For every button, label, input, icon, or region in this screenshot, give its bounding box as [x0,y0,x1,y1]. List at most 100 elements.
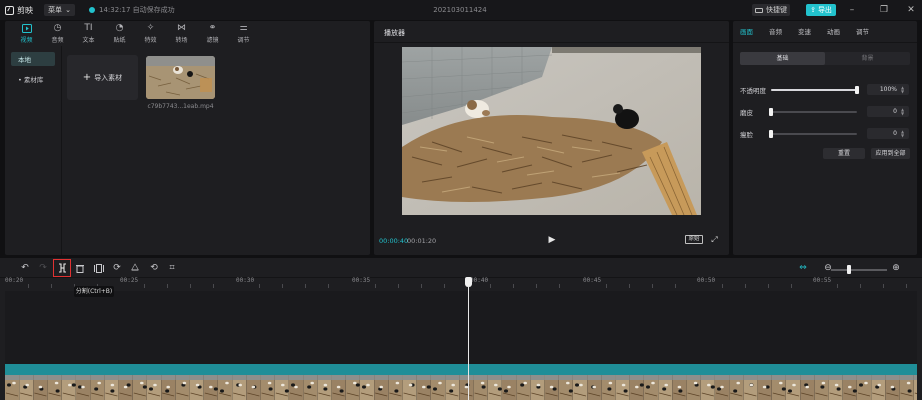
undo-icon[interactable]: ↶ [19,262,31,274]
total-time: 00:01:20 [407,237,437,245]
tab-picture[interactable]: 画面 [740,21,769,43]
player-divider [374,42,729,43]
opacity-input[interactable]: 100% ▲ ▼ [867,84,909,95]
ruler-minor-tick [513,284,515,288]
slim-face-slider[interactable] [769,130,857,138]
redo-icon[interactable]: ↷ [37,262,49,274]
tab-effect[interactable]: ✧ 特效 [135,21,166,46]
media-panel: 视频 ◷ 音频 TI 文本 ◔ 贴纸 ✧ 特效 ⋈ 转场 ⚭ 滤镜 ⚌ 调节 本… [5,21,370,255]
menu-button[interactable]: 菜单 ⌄ [44,4,75,16]
media-clip-thumbnail[interactable] [146,56,215,99]
smooth-skin-slider-knob[interactable] [769,108,773,116]
crop-icon[interactable]: ⌗ [166,262,178,274]
app-logo-icon [5,5,14,15]
tab-sticker[interactable]: ◔ 贴纸 [104,21,135,46]
smooth-skin-input[interactable]: 0 ▲ ▼ [867,106,909,117]
ruler-tick: 00:25 [120,277,139,284]
video-clip-filmstrip[interactable] [5,375,917,400]
mirror-icon[interactable]: ⧋ [129,262,141,274]
stepper-icon[interactable]: ▲ ▼ [901,129,906,138]
save-status: 14:32:17 自动保存成功 [89,4,175,16]
split-icon[interactable] [53,259,71,277]
ruler-minor-tick [837,284,839,288]
tab-audio-settings[interactable]: 音频 [769,21,798,43]
current-time: 00:00:40 [379,237,409,245]
stepper-icon[interactable]: ▲ ▼ [901,107,906,116]
smooth-skin-value: 0 [893,108,897,115]
ruler-minor-tick [166,284,168,288]
ruler-minor-tick [490,284,492,288]
link-icon[interactable]: ⇔ [797,262,809,274]
smooth-skin-slider[interactable] [769,108,857,116]
plus-icon: + [82,72,92,83]
sticker-icon: ◔ [115,23,124,33]
slim-face-input[interactable]: 0 ▲ ▼ [867,128,909,139]
text-icon: TI [84,23,93,33]
play-icon[interactable]: ▶ [547,235,557,245]
tab-video[interactable]: 视频 [11,21,42,46]
zoom-in-icon[interactable]: ⊕ [890,262,902,274]
side-nav-local[interactable]: 本地 [11,52,55,66]
reset-button[interactable]: 重置 [823,148,865,159]
maximize-icon[interactable]: ❐ [877,4,891,16]
ruler-tick: 00:35 [352,277,371,284]
video-preview[interactable] [402,47,701,215]
ruler-minor-tick [721,284,723,288]
app-logo: 剪映 [5,4,41,16]
ruler-minor-tick [652,284,653,288]
aspect-ratio-button[interactable]: 原始 [685,235,703,244]
shortcut-button-label: 快捷键 [766,6,787,14]
rotate-icon[interactable]: ⟲ [148,262,160,274]
filter-icon: ⚭ [208,23,217,33]
minimize-icon[interactable]: – [845,4,859,16]
effect-icon: ✧ [146,23,155,33]
tab-adjustment[interactable]: 调节 [856,21,885,43]
save-status-icon [89,7,95,13]
import-media-button[interactable]: + 导入素材 [67,55,138,100]
shortcut-button[interactable]: 快捷键 [752,4,790,16]
opacity-slider-knob[interactable] [855,86,859,94]
adjust-icon: ⚌ [239,23,248,33]
tab-adjust[interactable]: ⚌ 调节 [228,21,259,46]
ruler-minor-tick [536,284,538,288]
freeze-frame-icon[interactable] [93,262,105,274]
apply-all-button[interactable]: 应用到全部 [871,148,910,159]
export-button[interactable]: ⇪ 导出 [806,4,836,16]
media-clip-name: c79b7743...1eab.mp4 [147,103,214,110]
menu-button-label: 菜单 [48,6,63,14]
video-clip-header[interactable] [5,364,917,375]
ruler-minor-tick [282,284,284,288]
zoom-out-icon[interactable]: ⊖ [822,262,834,274]
zoom-slider[interactable] [831,269,887,271]
opacity-slider[interactable] [771,86,859,94]
stepper-icon[interactable]: ▲ ▼ [901,85,906,94]
reverse-icon[interactable]: ⟳ [111,262,123,274]
tab-text[interactable]: TI 文本 [73,21,104,46]
tab-audio[interactable]: ◷ 音频 [42,21,73,46]
timeline-panel: ↶ ↷ ⟳ ⧋ ⟲ ⌗ ⇔ ⊖ ⊕ 00:20 00:25 00:30 00:3… [0,258,922,400]
tab-animation[interactable]: 动画 [827,21,856,43]
side-nav: 本地 • 素材库 [5,46,62,255]
ruler-tick: 00:50 [697,277,716,284]
fullscreen-icon[interactable]: ⤢ [710,235,719,244]
slim-face-slider-knob[interactable] [769,130,773,138]
close-icon[interactable]: ✕ [904,4,918,16]
ruler-minor-tick [629,284,630,288]
playhead[interactable] [468,286,469,400]
opacity-slider-fill [771,89,857,91]
ruler-tick: 00:45 [583,277,602,284]
inspector-tabs: 画面 音频 变速 动画 调节 [733,21,917,43]
tab-speed[interactable]: 变速 [798,21,827,43]
segment-basic[interactable]: 基础 [740,52,825,65]
segment-background[interactable]: 背景 [825,52,910,65]
export-icon: ⇪ [810,6,816,14]
ruler-minor-tick [397,284,399,288]
tab-transition[interactable]: ⋈ 转场 [166,21,197,46]
delete-icon[interactable] [74,262,86,274]
timeline-ruler[interactable]: 00:20 00:25 00:30 00:35 00:40 00:45 00:5… [5,277,917,289]
side-nav-library[interactable]: • 素材库 [11,72,55,86]
zoom-slider-knob[interactable] [847,265,851,274]
ruler-minor-tick [675,284,676,288]
ruler-tick: 00:30 [236,277,255,284]
tab-filter[interactable]: ⚭ 滤镜 [197,21,228,46]
